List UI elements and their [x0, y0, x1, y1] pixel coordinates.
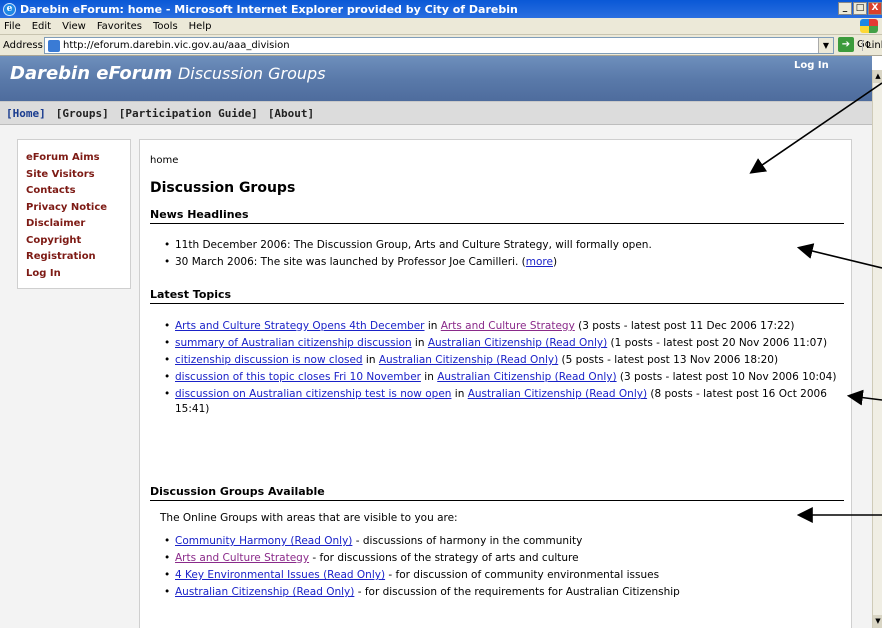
annotation-arrow	[749, 82, 882, 174]
annotation-arrow	[846, 389, 882, 406]
annotation-arrow	[796, 243, 882, 269]
annotation-arrows	[749, 82, 882, 523]
